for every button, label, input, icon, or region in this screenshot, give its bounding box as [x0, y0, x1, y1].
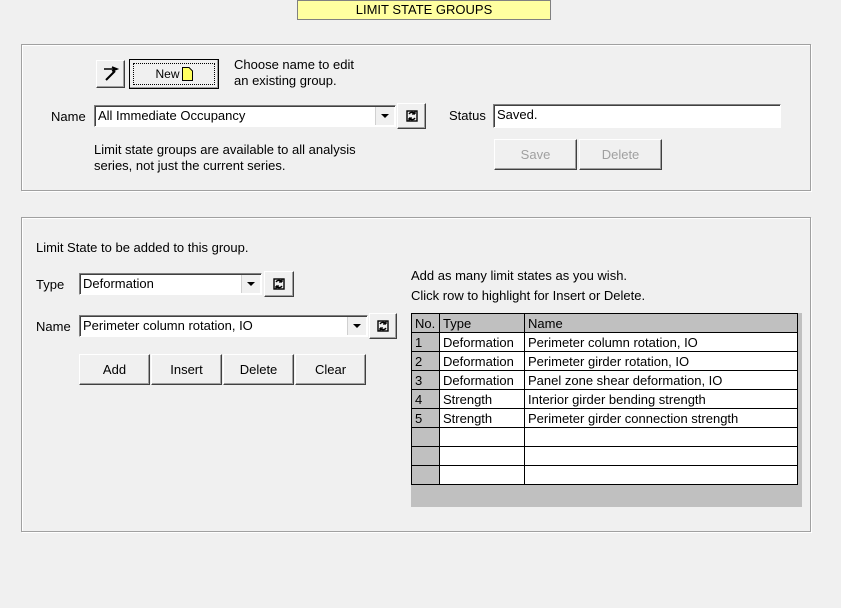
- row-number-cell: [411, 446, 440, 466]
- row-name-cell: Perimeter column rotation, IO: [524, 332, 798, 352]
- availability-line-2: series, not just the current series.: [94, 158, 286, 173]
- status-label: Status: [449, 108, 486, 123]
- group-name-value: All Immediate Occupancy: [98, 108, 246, 123]
- instructions-line-1: Add as many limit states as you wish.: [411, 268, 628, 283]
- row-number-cell: 4: [411, 389, 440, 409]
- hint-line-1: Choose name to edit: [234, 57, 354, 72]
- page-title: LIMIT STATE GROUPS: [297, 0, 551, 20]
- refresh-icon: [273, 278, 285, 290]
- table-row[interactable]: [411, 446, 798, 466]
- chevron-down-icon[interactable]: [347, 317, 366, 335]
- table-header-row: No. Type Name: [411, 313, 798, 333]
- availability-line-1: Limit state groups are available to all …: [94, 142, 356, 157]
- delete-row-button[interactable]: Delete: [223, 354, 294, 385]
- column-header-no: No.: [411, 313, 440, 333]
- limit-state-name-label: Name: [36, 319, 71, 334]
- chevron-down-icon[interactable]: [241, 275, 260, 293]
- table-row[interactable]: 4 Strength Interior girder bending strengt…: [411, 389, 798, 409]
- row-name-cell: Perimeter girder rotation, IO: [524, 351, 798, 371]
- group-name-label: Name: [51, 109, 86, 124]
- limit-state-intro: Limit State to be added to this group.: [36, 240, 249, 255]
- clear-button[interactable]: Clear: [295, 354, 366, 385]
- row-type-cell: Strength: [439, 408, 525, 428]
- row-number-cell: [411, 427, 440, 447]
- row-type-cell: [439, 427, 525, 447]
- refresh-type-button[interactable]: [264, 271, 294, 297]
- delete-group-button[interactable]: Delete: [579, 139, 662, 170]
- row-number-cell: 2: [411, 351, 440, 371]
- row-type-cell: Deformation: [439, 370, 525, 390]
- limit-state-name-value: Perimeter column rotation, IO: [83, 318, 253, 333]
- chevron-down-icon[interactable]: [375, 107, 394, 125]
- row-number-cell: 1: [411, 332, 440, 352]
- row-number-cell: [411, 465, 440, 485]
- table-row[interactable]: 2 Deformation Perimeter girder rotation, I…: [411, 351, 798, 371]
- row-name-cell: Perimeter girder connection strength: [524, 408, 798, 428]
- row-type-cell: Deformation: [439, 351, 525, 371]
- refresh-icon: [405, 110, 418, 122]
- type-dropdown[interactable]: Deformation: [79, 273, 262, 295]
- refresh-name-button[interactable]: [369, 313, 397, 339]
- table-row[interactable]: 5 Strength Perimeter girder connection str…: [411, 408, 798, 428]
- row-type-cell: Deformation: [439, 332, 525, 352]
- row-name-cell: [524, 446, 798, 466]
- row-name-cell: [524, 427, 798, 447]
- column-header-type: Type: [439, 313, 525, 333]
- insert-button[interactable]: Insert: [151, 354, 222, 385]
- row-name-cell: Interior girder bending strength: [524, 389, 798, 409]
- limit-states-grid: No. Type Name 1 Deformation Perimeter colu…: [411, 313, 802, 507]
- column-header-name: Name: [524, 313, 798, 333]
- pick-tool-icon: [103, 66, 119, 81]
- row-type-cell: [439, 465, 525, 485]
- new-group-button[interactable]: New: [129, 59, 219, 89]
- table-row[interactable]: 3 Deformation Panel zone shear deformation…: [411, 370, 798, 390]
- pick-tool-button[interactable]: [96, 60, 125, 88]
- status-value: Saved.: [497, 107, 538, 122]
- table-row[interactable]: [411, 465, 798, 485]
- row-type-cell: [439, 446, 525, 466]
- row-name-cell: Panel zone shear deformation, IO: [524, 370, 798, 390]
- row-number-cell: 5: [411, 408, 440, 428]
- new-document-icon: [181, 67, 193, 81]
- row-number-cell: 3: [411, 370, 440, 390]
- type-label: Type: [36, 277, 65, 292]
- refresh-icon: [377, 320, 389, 332]
- hint-line-2: an existing group.: [234, 73, 337, 88]
- row-type-cell: Strength: [439, 389, 525, 409]
- row-name-cell: [524, 465, 798, 485]
- table-row[interactable]: [411, 427, 798, 447]
- status-field: Saved.: [493, 104, 781, 128]
- limit-states-table: No. Type Name 1 Deformation Perimeter colu…: [411, 313, 798, 485]
- instructions-line-2: Click row to highlight for Insert or Del…: [411, 288, 646, 303]
- table-row[interactable]: 1 Deformation Perimeter column rotation, I…: [411, 332, 798, 352]
- save-button[interactable]: Save: [494, 139, 577, 170]
- new-button-label: New: [155, 67, 180, 81]
- refresh-group-button[interactable]: [397, 103, 426, 129]
- add-button[interactable]: Add: [79, 354, 150, 385]
- group-name-dropdown[interactable]: All Immediate Occupancy: [94, 105, 396, 127]
- type-value: Deformation: [83, 276, 154, 291]
- limit-state-name-dropdown[interactable]: Perimeter column rotation, IO: [79, 315, 368, 337]
